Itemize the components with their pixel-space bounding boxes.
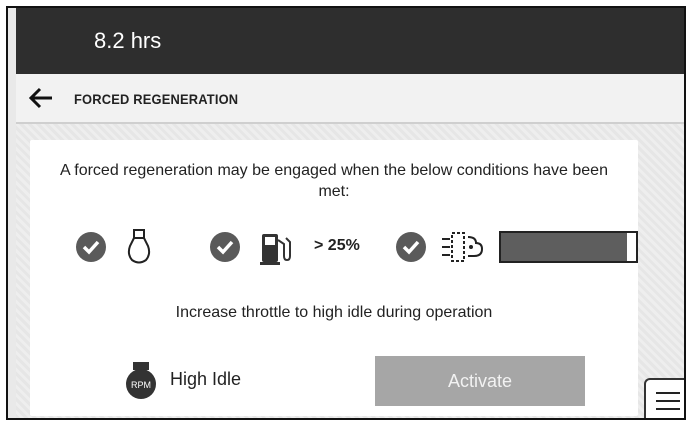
high-idle-label: High Idle <box>170 369 242 389</box>
activate-button[interactable]: Activate <box>375 356 585 406</box>
coolant-tank-icon <box>127 229 151 264</box>
regen-panel: A forced regeneration may be engaged whe… <box>30 140 638 416</box>
fuel-pump-icon <box>260 234 291 265</box>
back-button[interactable] <box>28 87 54 109</box>
arrow-left-icon <box>28 87 52 109</box>
condition-check-icon <box>76 232 106 262</box>
hamburger-icon <box>656 392 680 394</box>
screen-frame: 8.2 hrs FORCED REGENERATION A forced reg… <box>6 6 686 420</box>
title-bar: FORCED REGENERATION <box>16 74 684 124</box>
menu-button[interactable] <box>644 378 684 418</box>
rpm-icon: RPM <box>126 362 156 399</box>
condition-check-icon <box>396 232 426 262</box>
rpm-icon-label: RPM <box>131 380 151 390</box>
conditions-message: A forced regeneration may be engaged whe… <box>60 162 608 200</box>
exhaust-level-fill <box>501 233 627 261</box>
engine-hours: 8.2 hrs <box>94 28 162 53</box>
exhaust-level-bar <box>499 231 638 263</box>
instruction-text: Increase throttle to high idle during op… <box>175 304 493 321</box>
exhaust-filter-icon <box>442 232 484 262</box>
page-title: FORCED REGENERATION <box>74 91 239 107</box>
fuel-threshold: > 25% <box>314 237 360 254</box>
status-bar: 8.2 hrs <box>16 8 684 74</box>
condition-check-icon <box>210 232 240 262</box>
